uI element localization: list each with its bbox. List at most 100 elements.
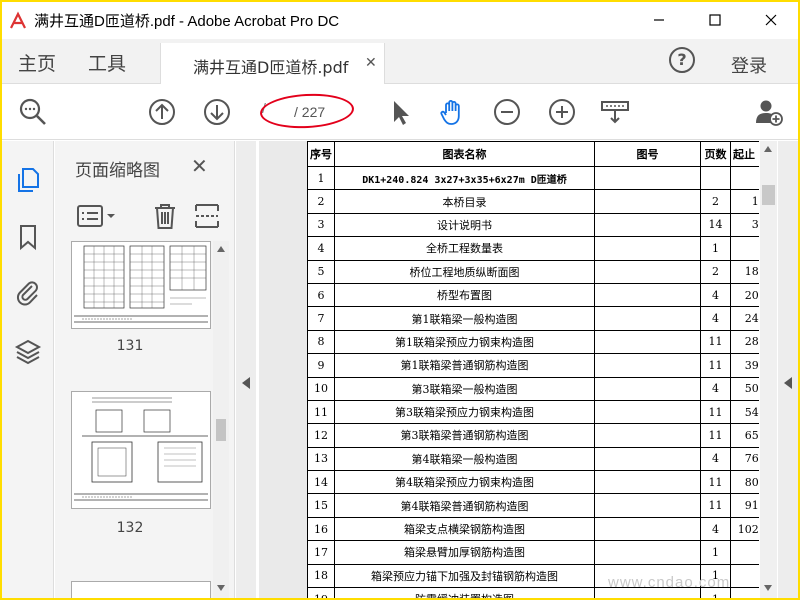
row-number: 12 [307, 423, 335, 448]
row-page-range: 1~ [730, 189, 759, 214]
header-page-count: 页数 [700, 141, 731, 167]
zoom-out-icon[interactable] [492, 97, 522, 127]
add-user-icon[interactable] [754, 97, 784, 127]
row-drawing-no [594, 399, 701, 425]
close-window-button[interactable] [748, 6, 794, 34]
document-scroll-thumb[interactable] [762, 185, 775, 205]
header-range: 起止 [730, 141, 759, 167]
row-page-range: 54~ [730, 399, 759, 425]
header-no: 序号 [307, 141, 335, 167]
header-name: 图表名称 [334, 141, 595, 167]
collapse-right-panel[interactable] [778, 141, 798, 598]
row-page-count: 4 [700, 376, 731, 401]
row-number: 9 [307, 353, 335, 378]
extract-page-icon[interactable] [193, 202, 221, 230]
tab-document[interactable]: 满井互通D匝道桥.pdf ✕ [160, 43, 385, 84]
hand-tool-icon[interactable] [437, 97, 467, 127]
bookmarks-icon[interactable] [14, 223, 42, 251]
thumbnails-scrollbar[interactable] [213, 241, 229, 598]
row-title: 本桥目录 [334, 189, 595, 214]
row-title: 桥位工程地质纵断面图 [334, 259, 595, 284]
help-icon[interactable]: ? [669, 47, 695, 73]
search-zoom-icon[interactable] [18, 97, 48, 127]
row-page-count [700, 165, 731, 191]
row-page-range: 1 [730, 236, 759, 261]
thumbnail-page-label: 132 [116, 520, 144, 536]
delete-page-icon[interactable] [151, 202, 179, 230]
row-page-range: 65~ [730, 423, 759, 448]
header-drawing-no: 图号 [594, 141, 701, 167]
tab-tools[interactable]: 工具 [88, 49, 126, 76]
thumbnails-scroll-thumb[interactable] [216, 419, 226, 441]
row-number: 1 [307, 165, 335, 191]
row-page-range: 28~ [730, 329, 759, 355]
close-panel-icon[interactable]: ✕ [191, 154, 208, 178]
sign-in-button[interactable]: 登录 [731, 52, 767, 78]
row-title: DK1+240.824 3x27+3x35+6x27m D匝道桥 [334, 165, 595, 191]
collapse-left-panel[interactable] [236, 141, 256, 598]
layers-icon[interactable] [14, 337, 42, 365]
table-row: 15第4联箱梁普通钢筋构造图 1191~ [307, 493, 759, 518]
thumbnail-page-132[interactable] [71, 391, 211, 509]
row-number: 17 [307, 540, 335, 565]
tab-home[interactable]: 主页 [18, 49, 56, 76]
table-row: 1 DK1+240.824 3x27+3x35+6x27m D匝道桥 [307, 165, 759, 191]
row-page-range: 1 [730, 563, 759, 589]
row-page-range: 76~ [730, 446, 759, 472]
previous-page-icon[interactable] [147, 97, 177, 127]
thumbnail-page-label: 131 [116, 338, 144, 354]
document-view[interactable]: 序号 图表名称 图号 页数 起止 1 DK1+240.824 3x27+3x35+… [259, 141, 759, 598]
row-drawing-no [594, 516, 701, 542]
row-title: 第4联箱梁普通钢筋构造图 [334, 493, 595, 518]
row-page-range: 18~ [730, 259, 759, 284]
row-page-range: 91~ [730, 493, 759, 518]
zoom-in-icon[interactable] [547, 97, 577, 127]
row-drawing-no [594, 165, 701, 191]
attachments-icon[interactable] [14, 279, 42, 307]
row-title: 第3联箱梁普通钢筋构造图 [334, 423, 595, 448]
close-tab-icon[interactable]: ✕ [365, 55, 377, 71]
thumbnail-page-131[interactable] [71, 241, 211, 329]
row-drawing-no [594, 329, 701, 355]
row-page-count: 14 [700, 212, 731, 238]
table-row: 7第1联箱梁一般构造图 424~ [307, 306, 759, 331]
row-page-count: 4 [700, 516, 731, 542]
thumbnails-toolbar [55, 196, 235, 236]
row-page-count: 1 [700, 236, 731, 261]
table-header-row: 序号 图表名称 图号 页数 起止 [307, 141, 759, 167]
acrobat-window: 满井互通D匝道桥.pdf - Adobe Acrobat Pro DC 主页 工… [2, 2, 798, 598]
annotation-oval [259, 91, 355, 131]
row-title: 防震缓冲装置构造图 [334, 587, 595, 598]
thumbnail-page-133[interactable] [71, 581, 211, 598]
row-page-count: 11 [700, 493, 731, 518]
table-row: 16箱梁支点横梁钢筋构造图 4102~ [307, 516, 759, 542]
select-arrow-icon[interactable] [385, 97, 415, 127]
next-page-icon[interactable] [202, 97, 232, 127]
row-title: 第4联箱梁一般构造图 [334, 446, 595, 472]
row-drawing-no [594, 376, 701, 401]
row-number: 3 [307, 212, 335, 238]
document-scrollbar[interactable] [760, 141, 777, 598]
row-page-count: 2 [700, 189, 731, 214]
row-drawing-no [594, 189, 701, 214]
row-drawing-no [594, 423, 701, 448]
row-page-range: 39~ [730, 353, 759, 378]
row-number: 18 [307, 563, 335, 589]
page-thumbnails-icon[interactable] [14, 166, 42, 194]
row-number: 15 [307, 493, 335, 518]
thumbnail-list[interactable]: 131 132 [55, 241, 213, 598]
scrolling-mode-icon[interactable] [600, 97, 630, 127]
table-row: 2本桥目录21~ [307, 189, 759, 214]
row-drawing-no [594, 306, 701, 331]
row-page-range [730, 165, 759, 191]
row-drawing-no [594, 540, 701, 565]
row-number: 13 [307, 446, 335, 472]
row-page-count: 4 [700, 306, 731, 331]
row-page-count: 11 [700, 329, 731, 355]
minimize-button[interactable] [636, 6, 682, 34]
thumbnail-options-icon[interactable] [77, 204, 117, 228]
maximize-button[interactable] [692, 6, 738, 34]
row-number: 6 [307, 282, 335, 308]
row-drawing-no [594, 446, 701, 472]
row-title: 桥型布置图 [334, 282, 595, 308]
